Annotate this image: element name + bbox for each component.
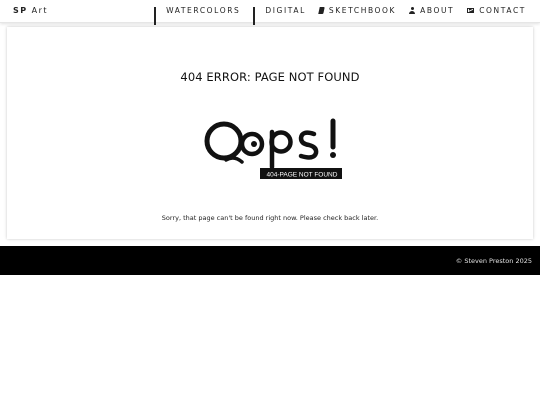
main-nav: WATERCOLORS DIGITAL SKETCHBOOK ABOUT CON… [154, 6, 526, 25]
footer: © Steven Preston 2025 [0, 246, 540, 275]
brand-initials: SP [13, 6, 28, 15]
nav-item-watercolors[interactable]: WATERCOLORS [154, 6, 241, 25]
oops-illustration: 404-PAGE NOT FOUND [204, 118, 342, 179]
nav-item-label: DIGITAL [265, 6, 306, 15]
nav-item-label: CONTACT [479, 6, 526, 15]
brand-logo[interactable]: SP Art [13, 6, 48, 15]
content-card: 404 ERROR: PAGE NOT FOUND 404-PAGE NOT F… [7, 27, 533, 239]
nav-item-about[interactable]: ABOUT [409, 6, 454, 15]
brand-name: Art [31, 6, 49, 15]
copyright-text: © Steven Preston 2025 [455, 257, 532, 265]
grid-icon [154, 7, 161, 25]
nav-item-label: ABOUT [420, 6, 455, 15]
user-icon [409, 7, 416, 14]
book-icon [318, 7, 325, 14]
envelope-icon [467, 8, 475, 13]
nav-item-contact[interactable]: CONTACT [467, 6, 526, 15]
page-title: 404 ERROR: PAGE NOT FOUND [180, 70, 360, 84]
error-message: Sorry, that page can't be found right no… [161, 214, 379, 222]
oops-badge-text: 404-PAGE NOT FOUND [267, 172, 338, 179]
nav-item-digital[interactable]: DIGITAL [253, 6, 306, 25]
top-navbar: SP Art WATERCOLORS DIGITAL SKETCHBOOK AB… [0, 0, 540, 25]
nav-item-sketchbook[interactable]: SKETCHBOOK [318, 6, 397, 15]
nav-item-label: SKETCHBOOK [328, 6, 397, 15]
grid-icon [253, 7, 260, 25]
nav-item-label: WATERCOLORS [166, 6, 241, 15]
